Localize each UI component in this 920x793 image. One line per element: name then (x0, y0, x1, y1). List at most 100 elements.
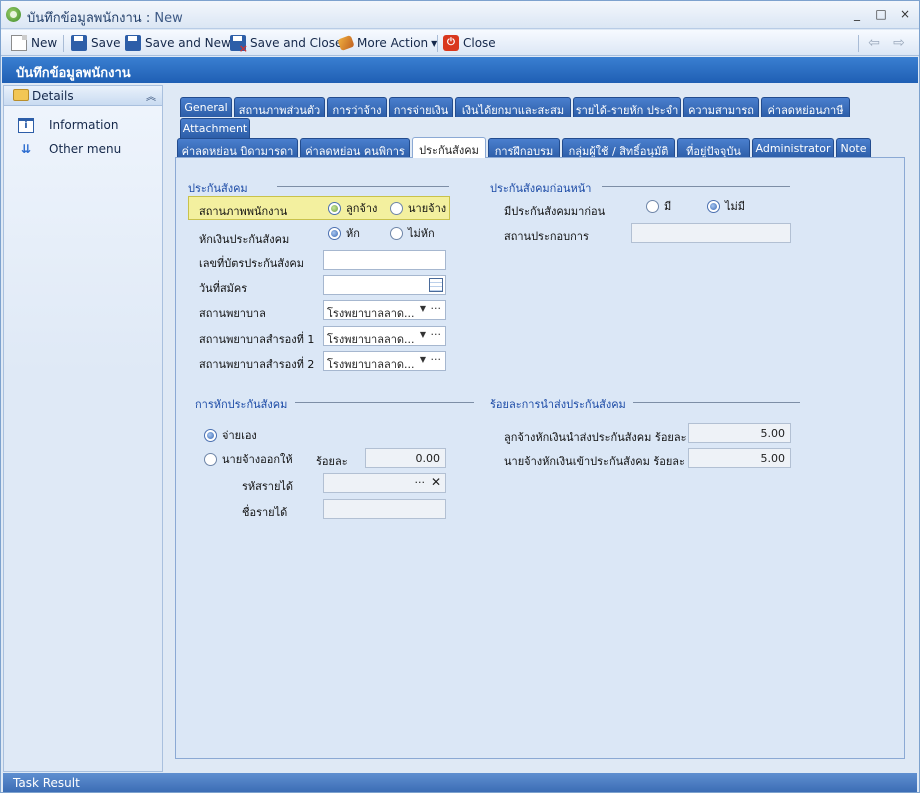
save-button-label: Save (91, 36, 121, 50)
new-button-label: New (31, 36, 58, 50)
tab-skills[interactable]: ความสามารถ (683, 97, 759, 117)
workplace-field[interactable] (631, 223, 791, 243)
save-icon (71, 35, 87, 51)
section-title-deduction: การหักประกันสังคม (195, 398, 288, 411)
section-divider (295, 402, 474, 403)
employer-remit-field[interactable]: 5.00 (688, 448, 791, 468)
income-name-label: ชื่อรายได้ (242, 506, 288, 519)
window-title: บันทึกข้อมูลพนักงาน : New (27, 11, 183, 26)
income-code-field[interactable]: ··· ✕ (323, 473, 446, 493)
save-and-new-label: Save and New (145, 36, 231, 50)
previous-record-icon[interactable]: ⇦ (865, 35, 883, 51)
info-icon: i (18, 117, 34, 133)
app-logo-icon (6, 7, 21, 22)
radio-label: ไม่หัก (408, 227, 435, 240)
radio-employer[interactable]: นายจ้าง (390, 201, 446, 215)
sidebar-item-label: Information (49, 118, 119, 132)
next-record-icon[interactable]: ⇨ (890, 35, 908, 51)
close-button-label: Close (463, 36, 496, 50)
hospital-alt1-value: โรงพยาบาลลาด... (327, 333, 415, 346)
calendar-icon[interactable] (429, 278, 443, 292)
tab-attachment[interactable]: Attachment (180, 118, 250, 138)
sidebar-item-label: Other menu (49, 142, 122, 156)
income-name-field[interactable] (323, 499, 446, 519)
close-button[interactable]: ⏻ Close (443, 34, 496, 52)
dropdown-arrow-icon[interactable]: ▼ (420, 355, 426, 364)
toolbar-separator (858, 35, 859, 52)
workplace-label: สถานประกอบการ (504, 230, 589, 243)
section-divider (277, 186, 449, 187)
dropdown-arrow-icon[interactable]: ▼ (420, 304, 426, 313)
radio-label: นายจ้าง (408, 202, 447, 215)
radio-selected-icon (707, 199, 720, 213)
collapse-icon[interactable]: ︽ (146, 88, 156, 103)
hospital-combo[interactable]: โรงพยาบาลลาด... ▼ ··· (323, 300, 446, 320)
tab-current-address[interactable]: ที่อยู่ปัจจุบัน (677, 138, 750, 158)
sidebar-item-other-menu[interactable]: ⇊ Other menu (18, 140, 121, 158)
ss-card-no-label: เลขที่บัตรประกันสังคม (199, 257, 304, 270)
save-and-new-button[interactable]: Save and New (125, 34, 231, 52)
toolbar-separator (63, 35, 64, 52)
radio-selected-icon (328, 201, 341, 215)
tab-carried-income[interactable]: เงินได้ยกมาและสะสม (455, 97, 571, 117)
radio-unselected-icon (646, 199, 659, 213)
minimize-button[interactable]: _ (849, 6, 865, 22)
close-window-button[interactable]: × (897, 6, 913, 22)
percent-field[interactable]: 0.00 (365, 448, 446, 468)
ellipsis-icon[interactable]: ··· (431, 302, 442, 315)
apply-date-field[interactable] (323, 275, 446, 295)
radio-had-ss-no[interactable]: ไม่มี (707, 199, 745, 213)
new-document-icon (11, 35, 27, 51)
tab-personal-status[interactable]: สถานภาพส่วนตัว (234, 97, 325, 117)
tab-note[interactable]: Note (836, 138, 871, 158)
save-and-close-button[interactable]: Save and Close (230, 34, 342, 55)
radio-deduct[interactable]: หัก (328, 226, 360, 240)
sidebar: Details ︽ i Information ⇊ Other menu (3, 85, 163, 772)
sidebar-item-information[interactable]: i Information (18, 116, 118, 134)
hospital-alt1-combo[interactable]: โรงพยาบาลลาด... ▼ ··· (323, 326, 446, 346)
new-button[interactable]: New (11, 34, 57, 52)
tab-user-groups[interactable]: กลุ่มผู้ใช้ / สิทธิ์อนุมัติ (562, 138, 675, 158)
ellipsis-icon[interactable]: ··· (415, 476, 426, 489)
maximize-button[interactable]: □ (873, 6, 889, 22)
section-divider (633, 402, 800, 403)
more-action-button[interactable]: More Action ▼ (337, 34, 437, 52)
tab-tax-deduction[interactable]: ค่าลดหย่อนภาษี (761, 97, 850, 117)
clear-icon[interactable]: ✕ (431, 475, 441, 489)
tab-disabled-deduction[interactable]: ค่าลดหย่อน คนพิการ (300, 138, 410, 158)
save-new-icon (125, 35, 141, 51)
radio-self-pay[interactable]: จ่ายเอง (204, 428, 257, 442)
tab-social-security[interactable]: ประกันสังคม (412, 137, 486, 158)
hospital-alt2-combo[interactable]: โรงพยาบาลลาด... ▼ ··· (323, 351, 446, 371)
app-window: บันทึกข้อมูลพนักงาน : New _ □ × New Save… (0, 0, 920, 793)
radio-label: หัก (346, 227, 360, 240)
section-title-social-security: ประกันสังคม (188, 182, 248, 195)
folder-icon (13, 89, 29, 101)
employee-remit-field[interactable]: 5.00 (688, 423, 791, 443)
hospital-alt2-label: สถานพยาบาลสำรองที่ 2 (199, 358, 315, 371)
tab-general[interactable]: General (180, 97, 232, 117)
sidebar-body (4, 106, 162, 771)
tab-parent-deduction[interactable]: ค่าลดหย่อน บิดามารดา (177, 138, 298, 158)
radio-label: มี (664, 200, 672, 213)
tab-employment[interactable]: การว่าจ้าง (327, 97, 387, 117)
tab-administrator[interactable]: Administrator (752, 138, 834, 158)
ellipsis-icon[interactable]: ··· (431, 353, 442, 366)
task-result-bar[interactable]: Task Result (3, 773, 917, 792)
tab-payment[interactable]: การจ่ายเงิน (389, 97, 453, 117)
deduct-ss-label: หักเงินประกันสังคม (199, 233, 290, 246)
radio-no-deduct[interactable]: ไม่หัก (390, 226, 435, 240)
radio-employee[interactable]: ลูกจ้าง (328, 201, 377, 215)
radio-employer-pay[interactable]: นายจ้างออกให้ (204, 452, 293, 466)
dropdown-arrow-icon[interactable]: ▼ (420, 330, 426, 339)
save-button[interactable]: Save (71, 34, 120, 52)
sidebar-group-details[interactable]: Details ︽ (4, 86, 162, 106)
ellipsis-icon[interactable]: ··· (431, 328, 442, 341)
tab-training[interactable]: การฝึกอบรม (488, 138, 560, 158)
tab-recurring-income[interactable]: รายได้-รายหัก ประจำ (573, 97, 681, 117)
income-code-label: รหัสรายได้ (242, 480, 294, 493)
ss-card-no-field[interactable] (323, 250, 446, 270)
radio-had-ss-yes[interactable]: มี (646, 199, 671, 213)
more-action-icon (337, 34, 355, 52)
save-close-icon (230, 35, 248, 55)
